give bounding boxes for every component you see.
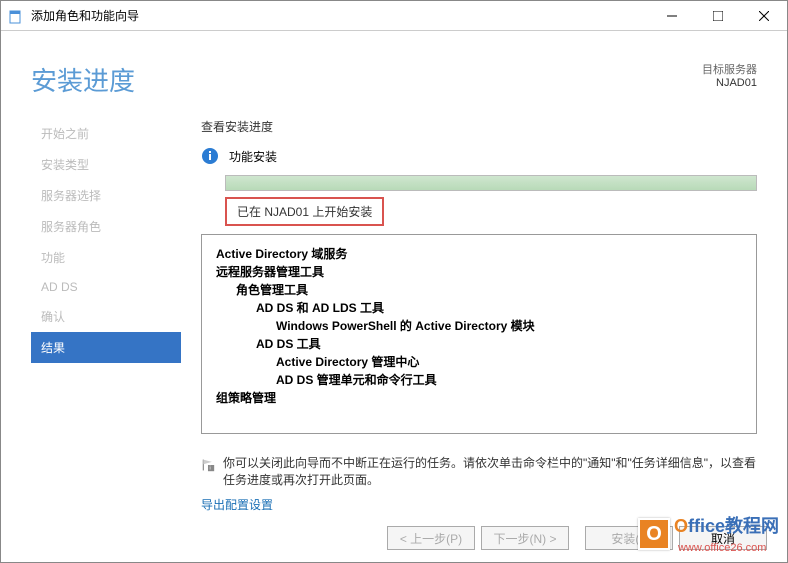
- next-button: 下一步(N) >: [481, 526, 569, 550]
- titlebar: 添加角色和功能向导: [1, 1, 787, 31]
- status-text: 功能安装: [229, 148, 277, 165]
- info-icon: [201, 147, 219, 165]
- flag-icon: i: [201, 456, 215, 474]
- tree-item: 角色管理工具: [236, 281, 742, 299]
- tree-item: Active Directory 管理中心: [276, 353, 742, 371]
- wizard-window: 添加角色和功能向导 安装进度 目标服务器 NJAD01 开始之前 安装类型 服务…: [0, 0, 788, 563]
- page-title: 安装进度: [31, 61, 135, 98]
- hint-row: i 你可以关闭此向导而不中断正在运行的任务。请依次单击命令栏中的"通知"和"任务…: [201, 454, 757, 488]
- hint-text: 你可以关闭此向导而不中断正在运行的任务。请依次单击命令栏中的"通知"和"任务详细…: [223, 454, 757, 488]
- minimize-icon: [667, 11, 677, 21]
- tree-item: Windows PowerShell 的 Active Directory 模块: [276, 317, 742, 335]
- previous-button: < 上一步(P): [387, 526, 475, 550]
- tree-item: 远程服务器管理工具: [216, 263, 742, 281]
- cancel-button[interactable]: 取消: [679, 526, 767, 550]
- window-controls: [649, 1, 787, 31]
- step-features: 功能: [31, 242, 181, 273]
- window-title: 添加角色和功能向导: [31, 7, 649, 24]
- tree-item: Active Directory 域服务: [216, 245, 742, 263]
- maximize-icon: [713, 11, 723, 21]
- header: 安装进度 目标服务器 NJAD01: [1, 31, 787, 118]
- step-install-type: 安装类型: [31, 149, 181, 180]
- minimize-button[interactable]: [649, 1, 695, 31]
- close-button[interactable]: [741, 1, 787, 31]
- progress-bar: [225, 175, 757, 191]
- maximize-button[interactable]: [695, 1, 741, 31]
- tree-item: 组策略管理: [216, 389, 742, 407]
- install-started-message: 已在 NJAD01 上开始安装: [225, 197, 384, 226]
- close-icon: [759, 11, 769, 21]
- step-results[interactable]: 结果: [31, 332, 181, 363]
- svg-text:i: i: [210, 466, 211, 472]
- step-adds: AD DS: [31, 273, 181, 301]
- target-server-info: 目标服务器 NJAD01: [702, 61, 757, 98]
- status-row: 功能安装: [201, 147, 757, 165]
- tree-item: AD DS 工具: [256, 335, 742, 353]
- wizard-steps: 开始之前 安装类型 服务器选择 服务器角色 功能 AD DS 确认 结果: [31, 118, 181, 514]
- step-confirm: 确认: [31, 301, 181, 332]
- section-title: 查看安装进度: [201, 118, 757, 135]
- export-config-link[interactable]: 导出配置设置: [201, 496, 273, 513]
- tree-item: AD DS 和 AD LDS 工具: [256, 299, 742, 317]
- wizard-icon: [9, 8, 25, 24]
- footer-buttons: < 上一步(P) 下一步(N) > 安装(I) 取消: [387, 526, 767, 550]
- feature-tree: Active Directory 域服务 远程服务器管理工具 角色管理工具 AD…: [201, 234, 757, 434]
- tree-item: AD DS 管理单元和命令行工具: [276, 371, 742, 389]
- install-button: 安装(I): [585, 526, 673, 550]
- step-server-select: 服务器选择: [31, 180, 181, 211]
- step-server-roles: 服务器角色: [31, 211, 181, 242]
- server-name: NJAD01: [702, 77, 757, 89]
- step-before-begin: 开始之前: [31, 118, 181, 149]
- server-label: 目标服务器: [702, 61, 757, 77]
- main-area: 开始之前 安装类型 服务器选择 服务器角色 功能 AD DS 确认 结果 查看安…: [1, 118, 787, 514]
- content-panel: 查看安装进度 功能安装 已在 NJAD01 上开始安装 Active Direc…: [181, 118, 757, 514]
